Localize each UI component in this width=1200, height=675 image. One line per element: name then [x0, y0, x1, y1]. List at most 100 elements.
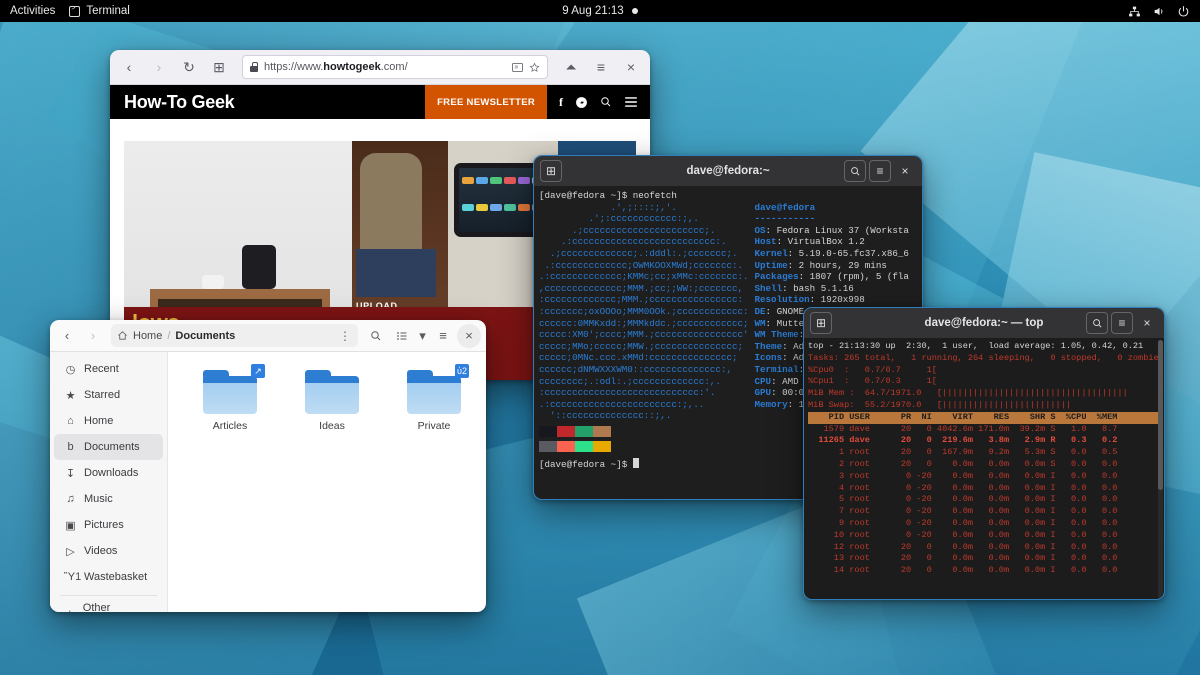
neofetch-info-line: ----------- — [755, 213, 909, 225]
sidebar-item-label: Starred — [84, 389, 120, 401]
sidebar-item-home[interactable]: ⌂ Home — [54, 408, 163, 434]
palette-swatch — [593, 441, 611, 452]
files-window[interactable]: ‹ › Home / Documents ⋮ ▾ ≡ × ◷ Recent ★ Sta… — [50, 320, 486, 612]
table-row: 4 root 0 -20 0.0m 0.0m 0.0m I 0.0 0.0 — [808, 483, 1160, 495]
newsletter-button[interactable]: FREE NEWSLETTER — [425, 85, 547, 119]
sidebar-item-label: Wastebasket — [84, 571, 147, 583]
sidebar-item-label: Music — [84, 493, 113, 505]
sidebar-item-label: Recent — [84, 363, 119, 375]
palette-swatch — [575, 441, 593, 452]
folder-icon: ὑ2 — [407, 370, 461, 414]
breadcrumb-home[interactable]: Home — [133, 330, 162, 342]
top-summary-line: Tasks: 265 total, 1 running, 264 sleepin… — [808, 353, 1160, 365]
search-icon[interactable] — [1086, 312, 1108, 334]
site-logo[interactable]: How-To Geek — [110, 92, 234, 113]
table-row: 14 root 20 0 0.0m 0.0m 0.0m I 0.0 0.0 — [808, 565, 1160, 577]
forward-button[interactable]: › — [146, 54, 172, 80]
back-button[interactable]: ‹ — [116, 54, 142, 80]
symlink-emblem: ↗ — [251, 364, 265, 378]
window-title-text: dave@fedora:~ — [686, 165, 769, 177]
terminal-titlebar[interactable]: ⊞ dave@fedora:~ ≡ × — [534, 156, 922, 186]
new-tab-button[interactable]: ⊞ — [810, 312, 832, 334]
view-dropdown-icon[interactable]: ▾ — [416, 324, 429, 348]
clock[interactable]: 9 Aug 21:13 — [562, 5, 623, 17]
app-indicator-terminal[interactable]: Terminal — [69, 5, 129, 17]
new-tab-button[interactable]: ⊞ — [540, 160, 562, 182]
neofetch-info-line: Shell: bash 5.1.16 — [755, 283, 909, 295]
sidebar-item-starred[interactable]: ★ Starred — [54, 382, 163, 408]
sidebar-item-music[interactable]: ♫ Music — [54, 486, 163, 512]
top-output[interactable]: top - 21:13:30 up 2:30, 1 user, load ave… — [804, 338, 1164, 600]
list-view-icon[interactable] — [390, 324, 414, 348]
palette-swatch — [539, 426, 557, 437]
terminal-titlebar[interactable]: ⊞ dave@fedora:~ — top ≡ × — [804, 308, 1164, 338]
twitter-icon[interactable] — [575, 96, 588, 109]
reload-button[interactable]: ↻ — [176, 54, 202, 80]
table-row: 12 root 20 0 0.0m 0.0m 0.0m I 0.0 0.0 — [808, 542, 1160, 554]
library-button[interactable]: ⏶ — [558, 54, 584, 80]
forward-button[interactable]: › — [81, 324, 105, 348]
terminal-top-window[interactable]: ⊞ dave@fedora:~ — top ≡ × top - 21:13:30… — [803, 307, 1165, 600]
reader-view-icon[interactable] — [512, 63, 523, 72]
path-overflow-icon[interactable]: ⋮ — [339, 329, 352, 343]
volume-icon[interactable] — [1152, 5, 1166, 18]
sidebar-item-label: Pictures — [84, 519, 124, 531]
close-button[interactable]: × — [1136, 312, 1158, 334]
palette-swatch — [593, 426, 611, 437]
top-summary-line: top - 21:13:30 up 2:30, 1 user, load ave… — [808, 341, 1160, 353]
jeans-shape — [356, 249, 436, 297]
folder-item[interactable]: ↗ Articles — [194, 370, 266, 432]
close-button[interactable]: × — [894, 160, 916, 182]
lock-emblem: ὑ2 — [455, 364, 469, 378]
table-row: 1579 dave 20 0 4042.6m 171.0m 39.2m S 1.… — [808, 424, 1160, 436]
star-icon[interactable] — [529, 62, 540, 73]
recent-icon: ◷ — [64, 363, 77, 376]
table-row: 1 root 20 0 167.9m 9.2m 5.3m S 0.0 0.5 — [808, 447, 1160, 459]
close-button[interactable]: × — [618, 54, 644, 80]
neofetch-info-line: Kernel: 5.19.0-65.fc37.x86_6 — [755, 248, 909, 260]
sidebar-item-documents[interactable]: ὜b Documents — [54, 434, 163, 460]
sidebar-item-label: Downloads — [84, 467, 138, 479]
window-title-text: dave@fedora:~ — top — [925, 317, 1044, 329]
sidebar-item-videos[interactable]: ▷ Videos — [54, 538, 163, 564]
hamburger-icon[interactable] — [624, 96, 638, 108]
menu-button[interactable]: ≡ — [431, 324, 455, 348]
files-content-area[interactable]: ↗ Articles Ideas ὑ2 Private — [168, 352, 486, 612]
app-indicator-label: Terminal — [86, 5, 129, 17]
sidebar-item-recent[interactable]: ◷ Recent — [54, 356, 163, 382]
network-icon[interactable] — [1128, 5, 1141, 18]
terminal-scrollbar[interactable] — [1158, 340, 1163, 598]
files-sidebar: ◷ Recent ★ Starred ⌂ Home ὜b Documents ↧ Download… — [50, 352, 168, 612]
top-summary-line: %Cpu0 : 0.7/0.7 1[ — [808, 365, 1160, 377]
table-row: 3 root 0 -20 0.0m 0.0m 0.0m I 0.0 0.0 — [808, 471, 1160, 483]
sidebar-item-downloads[interactable]: ↧ Downloads — [54, 460, 163, 486]
top-column-headers: PID USER PR NI VIRT RES SHR S %CPU %MEM — [808, 412, 1160, 424]
power-icon[interactable] — [1177, 5, 1190, 18]
sidebar-item-label: Other Locations — [83, 602, 153, 612]
folder-item[interactable]: ὑ2 Private — [398, 370, 470, 432]
palette-swatch — [539, 441, 557, 452]
sidebar-item-pictures[interactable]: ▣ Pictures — [54, 512, 163, 538]
sidebar-item-other-locations[interactable]: + Other Locations — [54, 601, 163, 612]
activities-button[interactable]: Activities — [10, 5, 55, 17]
sidebar-item-wastebasket[interactable]: Ὕ1 Wastebasket — [54, 564, 163, 590]
neofetch-info-line: Packages: 1807 (rpm), 5 (fla — [755, 271, 909, 283]
breadcrumb[interactable]: Home / Documents ⋮ — [111, 324, 358, 347]
facebook-icon[interactable]: f — [559, 95, 563, 110]
breadcrumb-current[interactable]: Documents — [175, 330, 235, 342]
search-icon[interactable] — [600, 96, 612, 108]
new-tab-button[interactable]: ⊞ — [206, 54, 232, 80]
folder-grid: ↗ Articles Ideas ὑ2 Private — [168, 370, 486, 432]
browser-toolbar: ‹ › ↻ ⊞ https://www.howtogeek.com/ ⏶ ≡ × — [110, 50, 650, 85]
close-button[interactable]: × — [457, 324, 481, 348]
app-menu-button[interactable]: ≡ — [588, 54, 614, 80]
table-row: 5 root 0 -20 0.0m 0.0m 0.0m I 0.0 0.0 — [808, 494, 1160, 506]
menu-button[interactable]: ≡ — [869, 160, 891, 182]
search-icon[interactable] — [844, 160, 866, 182]
back-button[interactable]: ‹ — [55, 324, 79, 348]
menu-button[interactable]: ≡ — [1111, 312, 1133, 334]
folder-item[interactable]: Ideas — [296, 370, 368, 432]
address-bar[interactable]: https://www.howtogeek.com/ — [242, 55, 548, 79]
search-icon[interactable] — [364, 324, 388, 348]
wastebasket-icon: Ὕ1 — [64, 571, 77, 583]
